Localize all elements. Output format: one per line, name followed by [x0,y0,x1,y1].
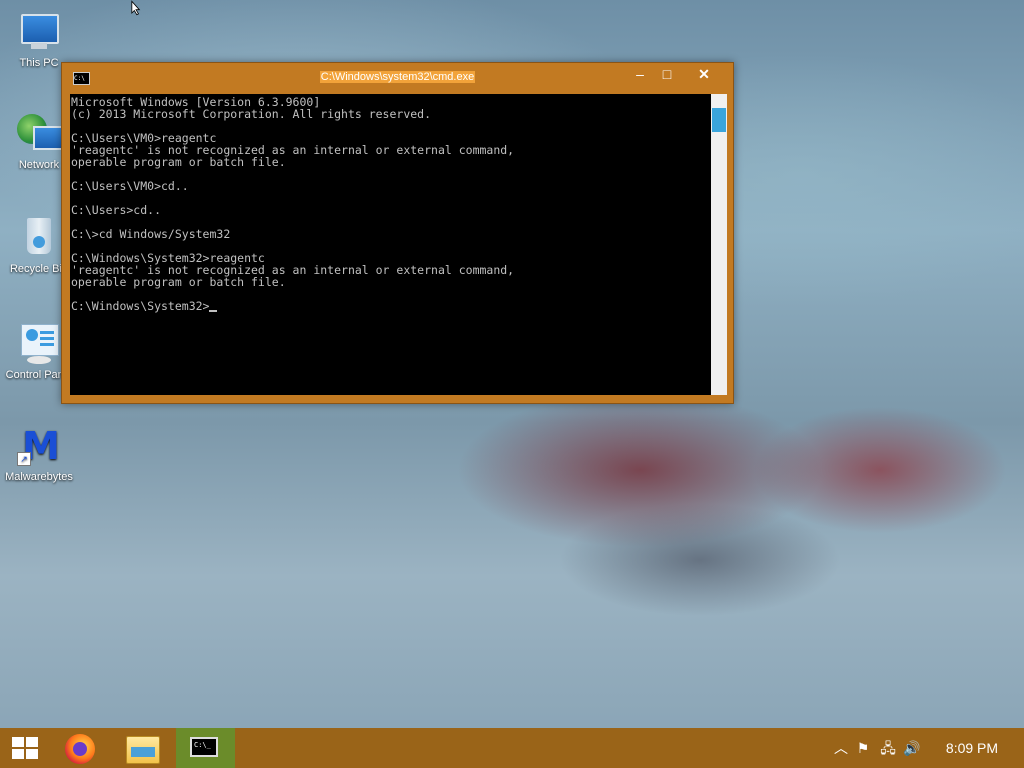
cmd-icon: C:\_ [190,737,218,757]
mouse-pointer-icon [131,0,141,16]
console-output-wrapper: Microsoft Windows [Version 6.3.9600] (c)… [70,94,711,314]
minimize-button[interactable]: – [627,65,653,83]
taskbar-firefox[interactable] [56,728,110,768]
cmd-window[interactable]: C:\ C:\Windows\system32\cmd.exe – □ ✕ Mi… [61,62,734,404]
scrollbar-thumb[interactable] [712,108,726,132]
action-center-flag-icon[interactable]: ⚑ [854,728,872,768]
start-button[interactable] [0,728,54,768]
network-tray-icon[interactable]: 🖧 [878,728,898,768]
firefox-icon [65,734,95,764]
malwarebytes-icon: M ↗ [17,424,61,468]
desktop-icon-malwarebytes[interactable]: M ↗ Malwarebytes [2,424,76,483]
control-panel-icon [17,322,61,366]
network-icon [17,112,63,156]
recycle-bin-icon [17,216,61,260]
clock[interactable]: 8:09 PM [936,728,1008,768]
vertical-scrollbar[interactable] [711,94,727,395]
taskbar-cmd[interactable]: C:\_ [176,728,235,768]
title-bar[interactable]: C:\ C:\Windows\system32\cmd.exe – □ ✕ [62,63,733,93]
close-button[interactable]: ✕ [686,65,722,83]
show-hidden-icons-button[interactable]: ︿ [832,728,850,768]
console-output: Microsoft Windows [Version 6.3.9600] (c)… [71,95,515,313]
file-explorer-icon [126,736,160,764]
volume-icon[interactable]: 🔊 [902,728,922,768]
this-pc-icon [17,10,61,54]
maximize-button[interactable]: □ [654,65,680,83]
desktop-icon-label: Malwarebytes [5,471,73,483]
text-cursor [209,310,218,312]
taskbar-file-explorer[interactable] [116,728,170,768]
desktop-icon-this-pc[interactable]: This PC [2,10,76,69]
console-area[interactable]: Microsoft Windows [Version 6.3.9600] (c)… [70,94,711,395]
windows-logo-icon [12,737,38,759]
taskbar: C:\_ ︿ ⚑ 🖧 🔊 8:09 PM [0,728,1024,768]
